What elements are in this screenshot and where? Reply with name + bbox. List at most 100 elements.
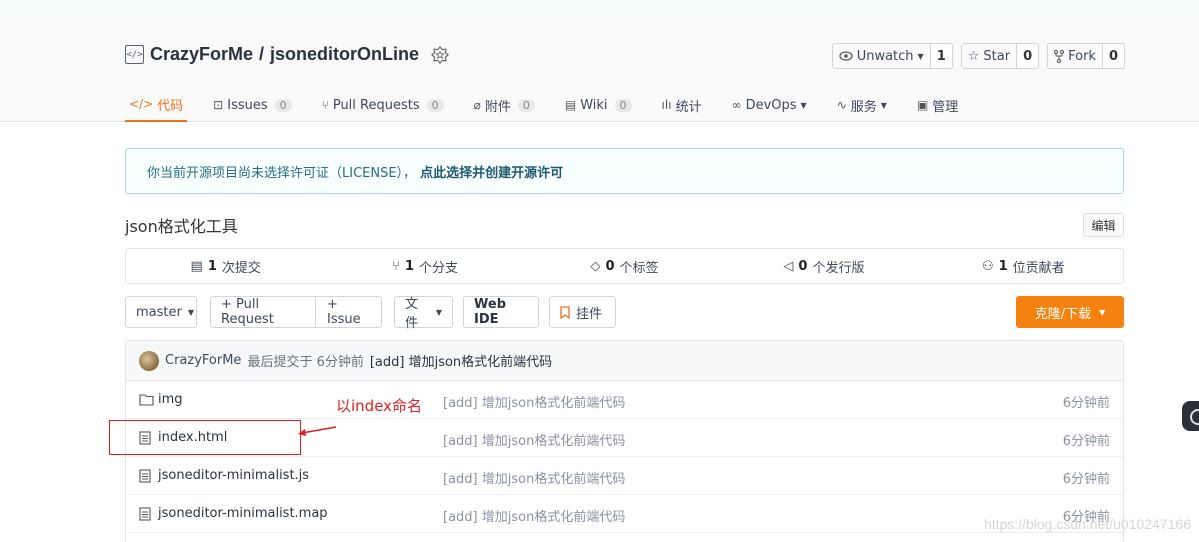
tab-label: 统计 — [675, 99, 702, 115]
tag-icon: ◇ — [590, 258, 601, 274]
recommend-badge-icon[interactable] — [431, 45, 450, 64]
branch-icon: ⑂ — [392, 258, 400, 274]
file-icon — [139, 469, 151, 483]
files-dropdown[interactable]: 文件 ▼ — [394, 296, 453, 331]
avatar[interactable] — [139, 350, 159, 371]
file-commit-message[interactable]: [add] 增加json格式化前端代码 — [443, 468, 625, 487]
web-ide-button[interactable]: Web IDE — [463, 296, 539, 328]
repo-header: </> CrazyForMe / jsoneditorOnLine Unwatc… — [0, 16, 1199, 122]
unwatch-button[interactable]: Unwatch ▼ — [832, 44, 931, 68]
tab-label: 服务 — [850, 99, 877, 115]
stat-label: 次提交 — [221, 260, 261, 276]
branch-select[interactable]: master ▼ — [125, 296, 197, 328]
tab-count: 0 — [426, 98, 444, 112]
star-count[interactable]: 0 — [1017, 44, 1038, 68]
tab-statistics[interactable]: ılı 统计 — [658, 88, 706, 122]
stat-label: 个标签 — [619, 260, 659, 276]
stat-number: 1 — [404, 258, 415, 274]
file-commit-message[interactable]: [add] 增加json格式化前端代码 — [443, 392, 625, 411]
star-button[interactable]: ☆ Star — [961, 44, 1018, 68]
send-icon: ◁ — [783, 258, 794, 274]
commit-time: 最后提交于 6分钟前 — [247, 355, 364, 370]
tab-label: 代码 — [157, 98, 184, 114]
create-license-link[interactable]: 点此选择并创建开源许可 — [420, 162, 563, 181]
code-repo-icon: </> — [125, 45, 144, 64]
caret-down-icon: ▼ — [917, 51, 924, 61]
caret-down-icon: ▼ — [800, 100, 807, 110]
stat-commits[interactable]: ▤ 1 次提交 — [126, 249, 325, 283]
annotation-highlight-box — [109, 420, 301, 455]
settings-doc-icon: ▣ — [916, 98, 929, 112]
tab-count: 0 — [614, 98, 632, 112]
star-label: Star — [983, 48, 1011, 64]
stat-releases[interactable]: ◁ 0 个发行版 — [724, 249, 923, 283]
last-commit-row: CrazyForMe 最后提交于 6分钟前 [add] 增加json格式化前端代… — [126, 341, 1123, 381]
repo-actions: Unwatch ▼ 1 ☆ Star 0 Fork 0 — [831, 43, 1125, 69]
fork-button[interactable]: Fork — [1048, 44, 1103, 68]
tab-count: 0 — [274, 98, 292, 112]
issues-icon: ⊡ — [213, 98, 224, 112]
watch-count[interactable]: 1 — [931, 44, 952, 68]
repo-name-link[interactable]: jsoneditorOnLine — [270, 44, 419, 65]
file-row-minimalist-map[interactable]: jsoneditor-minimalist.map [add] 增加json格式… — [126, 495, 1123, 533]
new-issue-button[interactable]: + Issue — [316, 297, 381, 327]
file-name-link[interactable]: img — [158, 392, 183, 407]
users-icon: ⚇ — [981, 258, 994, 274]
stat-number: 1 — [998, 258, 1008, 274]
branch-name: master — [136, 304, 182, 320]
star-icon: ☆ — [967, 48, 980, 64]
star-button-group: ☆ Star 0 — [960, 43, 1040, 69]
unwatch-label: Unwatch — [856, 48, 914, 64]
pulse-icon: ∿ — [836, 98, 847, 112]
file-name-link[interactable]: jsoneditor-minimalist.js — [158, 468, 309, 483]
code-icon: </> — [129, 97, 154, 111]
widget-button[interactable]: 挂件 — [549, 296, 616, 328]
clone-label: 克隆/下载 — [1034, 306, 1092, 322]
file-commit-time: 6分钟前 — [1062, 434, 1110, 449]
tab-wiki[interactable]: ▤ Wiki 0 — [561, 88, 636, 122]
clone-download-button[interactable]: 克隆/下载 ▼ — [1016, 296, 1124, 328]
stat-tags[interactable]: ◇ 0 个标签 — [525, 249, 724, 283]
tab-label: DevOps — [745, 97, 797, 113]
file-commit-message[interactable]: [add] 增加json格式化前端代码 — [443, 506, 625, 525]
repo-toolbar: master ▼ + Pull Request + Issue 文件 ▼ Web… — [125, 296, 1124, 331]
file-row-minimalist-js[interactable]: jsoneditor-minimalist.js [add] 增加json格式化… — [126, 457, 1123, 495]
commit-author[interactable]: CrazyForMe — [165, 353, 241, 368]
stat-contributors[interactable]: ⚇ 1 位贡献者 — [924, 249, 1123, 283]
edit-description-button[interactable]: 编辑 — [1083, 213, 1124, 237]
fork-label: Fork — [1068, 48, 1096, 64]
stat-label: 个发行版 — [812, 260, 865, 276]
tab-manage[interactable]: ▣ 管理 — [913, 88, 962, 122]
tab-services[interactable]: ∿ 服务 ▼ — [833, 88, 891, 122]
repo-stats: ▤ 1 次提交 ⑂ 1 个分支 ◇ 0 个标签 ◁ 0 个发行版 ⚇ 1 位贡献… — [125, 248, 1124, 284]
new-pull-request-button[interactable]: + Pull Request — [211, 297, 316, 327]
tab-code[interactable]: </> 代码 — [125, 88, 188, 122]
license-notice: 你当前开源项目尚未选择许可证（LICENSE）， 点此选择并创建开源许可 — [125, 148, 1124, 194]
tab-label: 管理 — [932, 99, 959, 115]
file-row-img[interactable]: img [add] 增加json格式化前端代码 6分钟前 — [126, 381, 1123, 419]
paperclip-icon: ⌀ — [473, 98, 481, 112]
tab-devops[interactable]: ∞ DevOps ▼ — [728, 88, 811, 122]
file-name-link[interactable]: jsoneditor-minimalist.map — [158, 506, 328, 521]
commit-message-link[interactable]: [add] 增加json格式化前端代码 — [370, 351, 552, 370]
tab-attachments[interactable]: ⌀ 附件 0 — [470, 88, 539, 122]
tab-issues[interactable]: ⊡ Issues 0 — [209, 88, 295, 122]
unwatch-button-group: Unwatch ▼ 1 — [831, 43, 953, 69]
file-commit-message[interactable]: [add] 增加json格式化前端代码 — [443, 430, 625, 449]
tab-count: 0 — [517, 98, 535, 112]
tab-label: Wiki — [580, 97, 608, 113]
stat-number: 0 — [605, 258, 615, 274]
fork-count[interactable]: 0 — [1103, 44, 1124, 68]
notice-text: 你当前开源项目尚未选择许可证（LICENSE）， — [147, 165, 417, 181]
tab-label: Pull Requests — [332, 97, 420, 113]
stat-number: 0 — [798, 258, 808, 274]
repo-owner-link[interactable]: CrazyForMe — [150, 44, 253, 65]
floating-assistant-button[interactable] — [1182, 401, 1199, 431]
caret-down-icon: ▼ — [1099, 307, 1106, 317]
stat-branches[interactable]: ⑂ 1 个分支 — [325, 249, 524, 283]
tab-pull-requests[interactable]: ⑂ Pull Requests 0 — [318, 88, 448, 122]
widget-label: 挂件 — [576, 306, 603, 322]
file-commit-time: 6分钟前 — [1062, 396, 1110, 411]
tab-label: 附件 — [484, 99, 511, 115]
file-commit-time: 6分钟前 — [1062, 472, 1110, 487]
